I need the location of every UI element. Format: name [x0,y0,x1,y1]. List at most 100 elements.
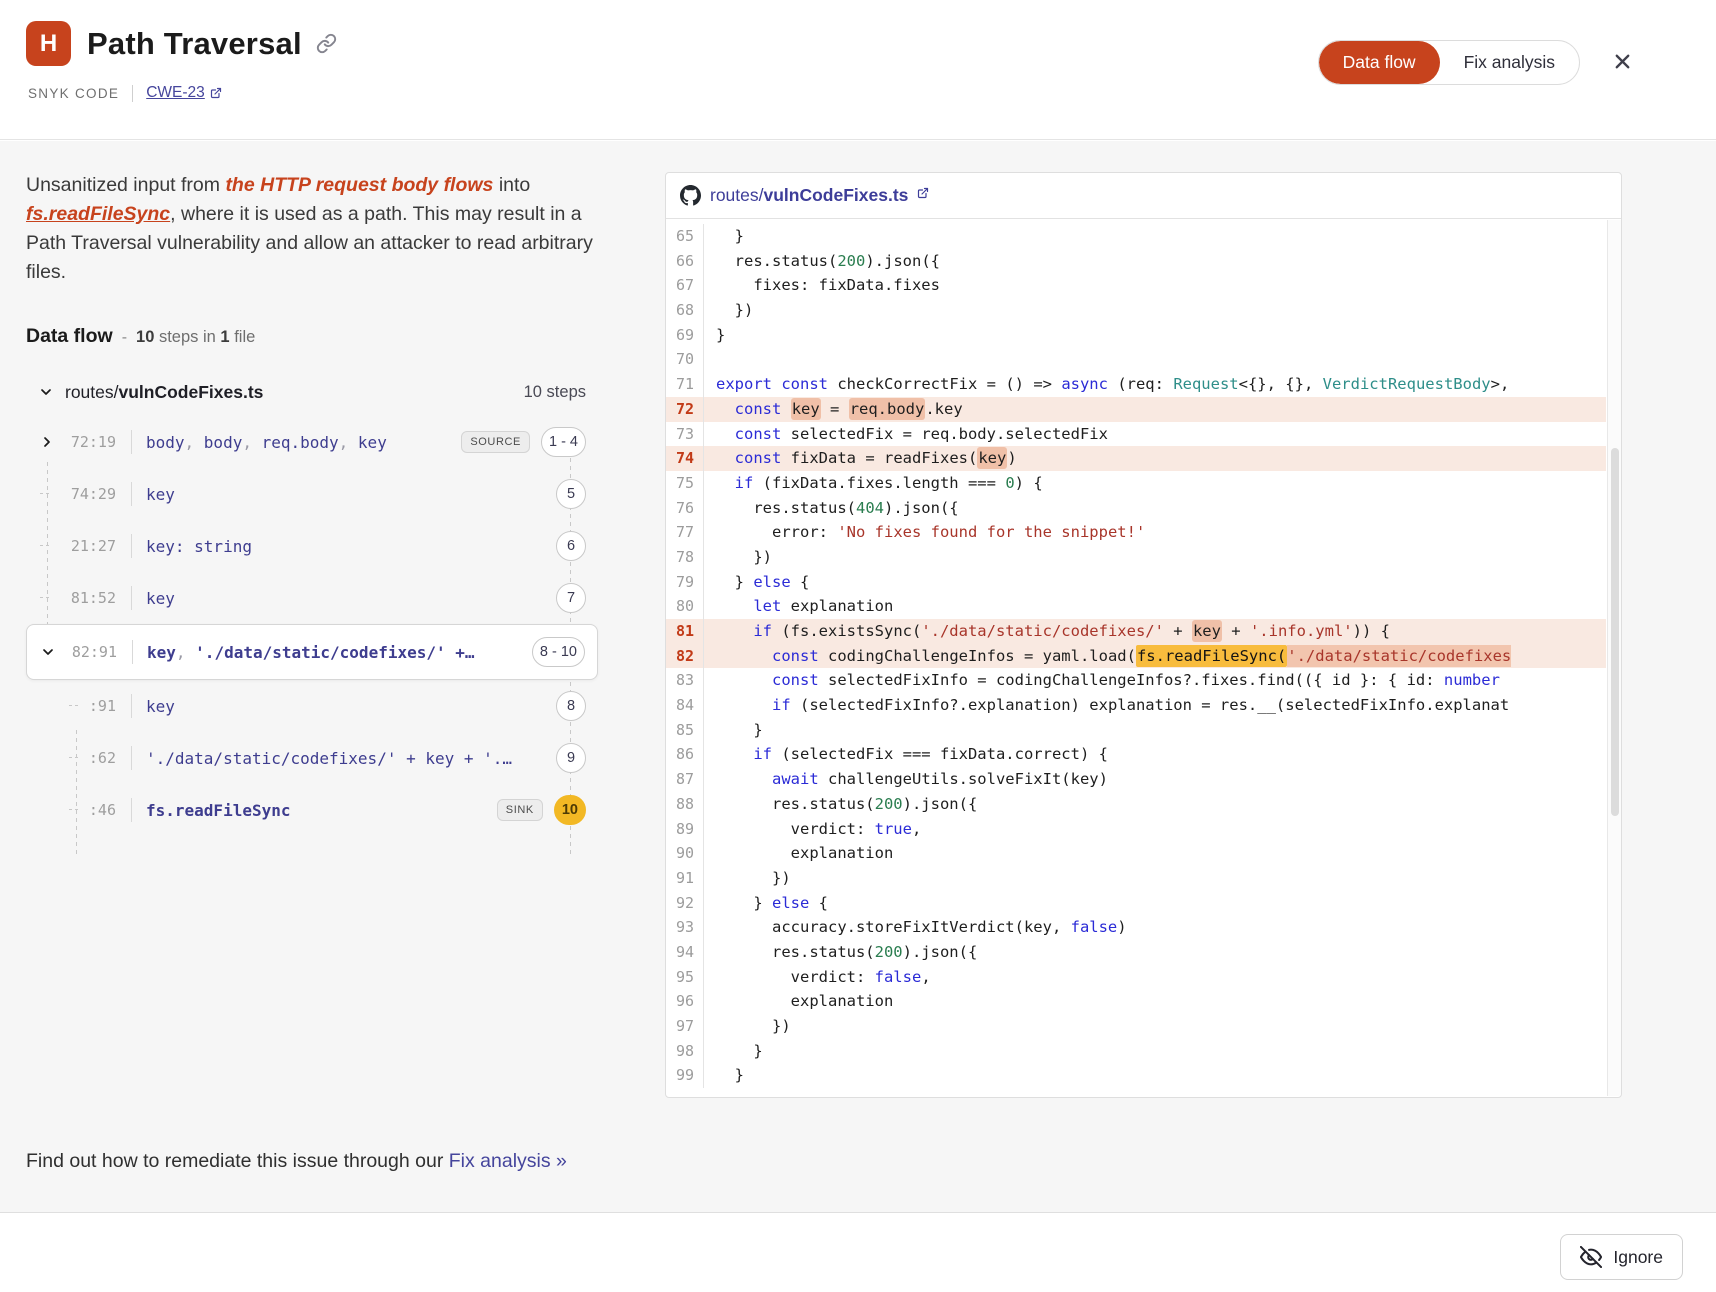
code-line-80: 80 let explanation [666,594,1606,619]
description-text: into [493,174,530,196]
description-text: Unsanitized input from [26,174,225,196]
step-marker-10: 10 [554,795,586,825]
code-text: }) [703,866,1606,891]
line-number: 77 [666,520,703,545]
issue-meta: SNYK CODE CWE-23 [28,84,222,102]
code-text: accuracy.storeFixItVerdict(key, false) [703,915,1606,940]
page-title: Path Traversal [87,26,302,62]
description-emphasis: the HTTP request body flows [225,174,493,196]
code-line-82: 82 const codingChallengeInfos = yaml.loa… [666,644,1606,669]
eye-off-icon [1580,1246,1602,1268]
step-divider [131,694,132,718]
code-text: explanation [703,841,1606,866]
step-location: :46 [62,801,116,819]
steps-text: steps in [154,328,220,346]
code-line-70: 70 [666,347,1606,372]
line-number: 76 [666,496,703,521]
tab-data-flow[interactable]: Data flow [1319,41,1440,84]
code-text: res.status(404).json({ [703,496,1606,521]
code-text: if (selectedFixInfo?.explanation) explan… [703,693,1606,718]
step-code-snippet: key [146,589,175,608]
chevron-down-icon [40,644,56,660]
remediation-hint: Find out how to remediate this issue thr… [26,1150,567,1173]
line-number: 99 [666,1063,703,1088]
dataflow-file-row[interactable]: routes/vulnCodeFixes.ts 10 steps [26,368,598,416]
fix-analysis-link[interactable]: Fix analysis » [449,1150,567,1172]
code-text: export const checkCorrectFix = () => asy… [703,372,1606,397]
dataflow-step-81-52[interactable]: 81:52key7 [26,572,598,624]
step-marker-7: 7 [556,583,586,613]
cwe-label: CWE-23 [146,84,205,102]
link-icon[interactable] [316,33,337,54]
code-panel-header: routes/vulnCodeFixes.ts [666,173,1621,219]
code-line-85: 85 } [666,718,1606,743]
code-text: if (fixData.fixes.length === 0) { [703,471,1606,496]
step-divider [131,534,132,558]
code-text: } [703,323,1606,348]
sink-badge: SINK [497,799,543,821]
cwe-link[interactable]: CWE-23 [146,84,222,102]
source-badge: SOURCE [461,431,530,453]
line-number: 96 [666,989,703,1014]
line-number: 97 [666,1014,703,1039]
file-steps-count: 10 steps [524,383,586,402]
line-number: 88 [666,792,703,817]
step-marker-6: 6 [556,531,586,561]
main-content: Unsanitized input from the HTTP request … [0,141,1716,1212]
line-number: 89 [666,817,703,842]
issue-header: H Path Traversal SNYK CODE CWE-23 Data f… [0,0,1716,140]
external-link-icon[interactable] [917,187,929,199]
code-text: }) [703,1014,1606,1039]
line-number: 85 [666,718,703,743]
dataflow-step-82-91[interactable]: 82:91key, './data/static/codefixes/' +…8… [26,624,598,680]
code-text: verdict: false, [703,965,1606,990]
scrollbar-thumb[interactable] [1611,448,1619,816]
code-text: res.status(200).json({ [703,249,1606,274]
step-marker-8-10: 8 - 10 [532,637,585,667]
dataflow-heading: Data flow - 10 steps in 1 file [26,325,255,348]
line-number: 98 [666,1039,703,1064]
line-number: 74 [666,446,703,471]
close-button[interactable] [1609,48,1636,75]
code-text: const key = req.body.key [703,397,1606,422]
dataflow-step-21-27[interactable]: 21:27 key: string 6 [26,520,598,572]
step-divider [132,640,133,664]
step-location: 21:27 [62,537,116,555]
code-text: error: 'No fixes found for the snippet!' [703,520,1606,545]
line-number: 81 [666,619,703,644]
step-code-snippet: key: string [146,537,252,556]
line-number: 79 [666,570,703,595]
title-row: H Path Traversal [26,21,337,66]
code-scrollbar[interactable] [1607,220,1621,1096]
code-line-84: 84 if (selectedFixInfo?.explanation) exp… [666,693,1606,718]
line-number: 86 [666,742,703,767]
line-number: 70 [666,347,703,372]
code-line-91: 91 }) [666,866,1606,891]
code-line-76: 76 res.status(404).json({ [666,496,1606,521]
code-line-90: 90 explanation [666,841,1606,866]
file-name: routes/vulnCodeFixes.ts [65,382,263,403]
sink-function-link[interactable]: fs.readFileSync [26,203,170,225]
code-panel: routes/vulnCodeFixes.ts 65 }66 res.statu… [665,172,1622,1098]
dataflow-step-74-29[interactable]: 74:29key5 [26,468,598,520]
code-text: let explanation [703,594,1606,619]
code-line-98: 98 } [666,1039,1606,1064]
dataflow-panel: routes/vulnCodeFixes.ts 10 steps 72:19bo… [26,368,598,836]
files-count: 1 [220,328,229,346]
code-line-81: 81 if (fs.existsSync('./data/static/code… [666,619,1606,644]
tab-fix-analysis[interactable]: Fix analysis [1440,41,1579,84]
ignore-button[interactable]: Ignore [1560,1234,1683,1280]
code-file-name[interactable]: routes/vulnCodeFixes.ts [710,185,908,206]
close-icon [1611,50,1634,73]
dataflow-step-72-19[interactable]: 72:19body, body, req.body, keySOURCE1 - … [26,416,598,468]
files-text: file [230,328,256,346]
line-number: 93 [666,915,703,940]
step-location: 82:91 [63,643,117,661]
step-marker-9: 9 [556,743,586,773]
remediation-text: Find out how to remediate this issue thr… [26,1150,449,1172]
code-line-94: 94 res.status(200).json({ [666,940,1606,965]
dataflow-step--62[interactable]: :62'./data/static/codefixes/' + key + '.… [26,732,598,784]
dataflow-step--46[interactable]: :46fs.readFileSyncSINK10 [26,784,598,836]
dataflow-step--91[interactable]: :91key8 [26,680,598,732]
code-text: } [703,1039,1606,1064]
